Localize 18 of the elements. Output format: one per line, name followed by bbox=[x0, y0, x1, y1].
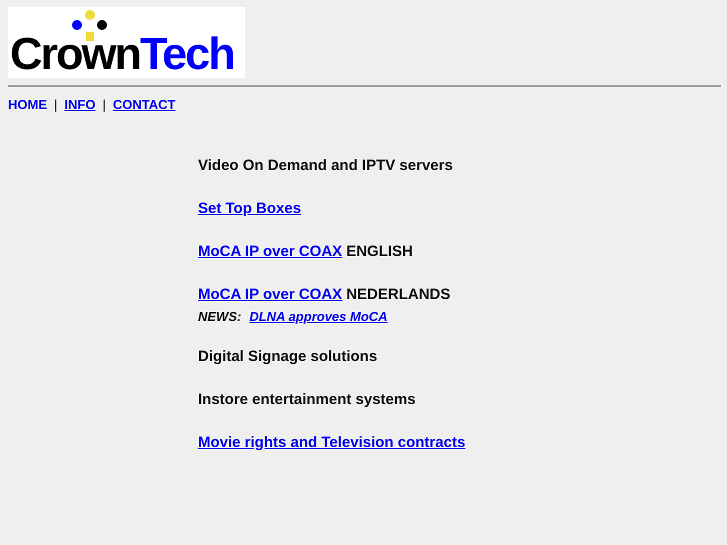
news-label: NEWS: bbox=[198, 308, 242, 326]
nav-separator: | bbox=[54, 96, 58, 114]
text-line: Digital Signage solutions bbox=[198, 346, 378, 366]
link[interactable]: Movie rights and Television contracts bbox=[198, 430, 466, 454]
text-line: Instore entertainment systems bbox=[198, 390, 416, 410]
logo-text: Crown bbox=[10, 31, 140, 76]
link[interactable]: Set Top Boxes bbox=[198, 196, 302, 220]
link[interactable]: DLNA approves MoCA bbox=[249, 306, 388, 326]
link[interactable]: MoCA IP over COAX bbox=[198, 282, 342, 306]
text-line: Video On Demand and IPTV servers bbox=[198, 156, 453, 176]
nav-separator: | bbox=[102, 96, 106, 114]
nav-link[interactable]: HOME bbox=[8, 95, 47, 114]
logo-text: Tech bbox=[140, 31, 234, 76]
text-line: ENGLISH bbox=[346, 242, 413, 262]
nav-link[interactable]: CONTACT bbox=[112, 95, 176, 114]
text-line: NEDERLANDS bbox=[346, 284, 450, 304]
nav-link[interactable]: INFO bbox=[64, 95, 96, 114]
link[interactable]: MoCA IP over COAX bbox=[198, 240, 342, 264]
